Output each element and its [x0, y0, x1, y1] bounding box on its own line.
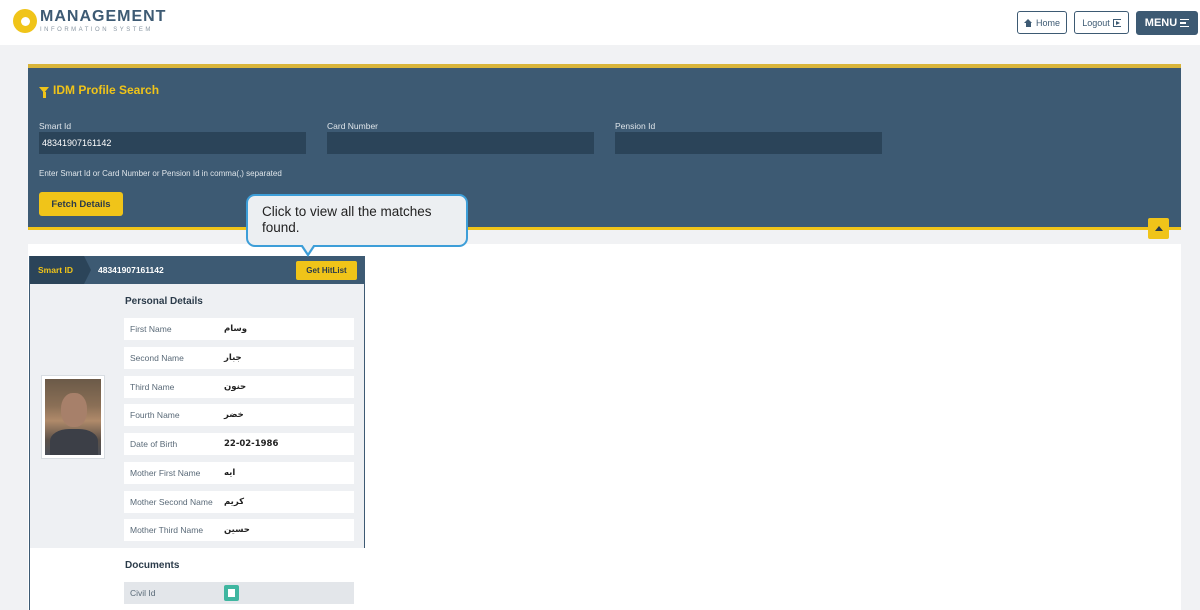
logo-title: MANAGEMENT: [40, 8, 167, 25]
detail-value: حسين: [224, 525, 250, 535]
filter-icon: [39, 87, 49, 98]
detail-value: حنون: [224, 382, 247, 392]
detail-label: First Name: [130, 324, 172, 334]
hamburger-icon: [1180, 18, 1190, 28]
card-number-input[interactable]: [327, 132, 594, 154]
logo-subtitle: INFORMATION SYSTEM: [40, 27, 153, 33]
detail-label: Second Name: [130, 353, 184, 363]
panel-title-text: IDM Profile Search: [53, 83, 160, 97]
detail-label: Date of Birth: [130, 439, 178, 449]
detail-row-mother-second-name: Mother Second Name كريم: [124, 491, 354, 513]
detail-label: Mother Third Name: [130, 525, 204, 535]
detail-value: كريم: [224, 497, 245, 507]
home-icon: [1023, 18, 1033, 27]
collapse-panel-button[interactable]: [1148, 218, 1169, 239]
app-logo[interactable]: MANAGEMENT INFORMATION SYSTEM: [13, 9, 166, 33]
detail-row-first-name: First Name وسام: [124, 318, 354, 340]
documents-title: Documents: [125, 560, 180, 571]
detail-value: 22-02-1986: [224, 439, 279, 449]
detail-value: ايه: [224, 468, 236, 478]
smart-id-label: Smart Id: [39, 121, 72, 131]
hitlist-tooltip: Click to view all the matches found.: [246, 194, 468, 257]
detail-value: خضر: [224, 410, 244, 420]
profile-card: Smart ID 48341907161142 Get HitList Pers…: [29, 256, 365, 610]
profile-photo: [41, 375, 105, 459]
top-bar: MANAGEMENT INFORMATION SYSTEM Home Logou…: [0, 0, 1200, 45]
fetch-details-button[interactable]: Fetch Details: [39, 192, 123, 216]
document-label: Civil Id: [130, 588, 156, 598]
menu-label: MENU: [1144, 17, 1178, 29]
smart-id-tag: Smart ID: [30, 256, 91, 284]
home-button[interactable]: Home: [1017, 11, 1067, 34]
detail-row-third-name: Third Name حنون: [124, 376, 354, 398]
detail-row-second-name: Second Name جبار: [124, 347, 354, 369]
get-hitlist-button[interactable]: Get HitList: [296, 261, 357, 280]
detail-row-date-of-birth: Date of Birth 22-02-1986: [124, 433, 354, 455]
person-photo-image: [45, 379, 101, 455]
detail-label: Third Name: [130, 382, 175, 392]
profile-card-header: Smart ID 48341907161142 Get HitList: [30, 256, 365, 284]
detail-label: Mother First Name: [130, 468, 201, 478]
detail-value: وسام: [224, 324, 248, 334]
card-number-label: Card Number: [327, 121, 379, 131]
logout-icon: [1112, 18, 1121, 27]
smart-id-value: 48341907161142: [98, 265, 164, 275]
pension-id-label: Pension Id: [615, 121, 656, 131]
detail-value: جبار: [224, 353, 242, 363]
detail-row-mother-third-name: Mother Third Name حسين: [124, 519, 354, 541]
document-row-civil-id: Civil Id: [124, 582, 354, 604]
personal-details-title: Personal Details: [125, 296, 203, 307]
smart-id-input[interactable]: [39, 132, 306, 154]
document-file-icon[interactable]: [224, 585, 239, 601]
panel-title: IDM Profile Search: [39, 83, 160, 98]
pension-id-input[interactable]: [615, 132, 882, 154]
logout-button[interactable]: Logout: [1074, 11, 1129, 34]
documents-section: Documents Civil Id: [30, 548, 365, 610]
detail-row-fourth-name: Fourth Name خضر: [124, 404, 354, 426]
detail-label: Fourth Name: [130, 410, 180, 420]
logo-q-icon: [13, 9, 37, 33]
detail-label: Mother Second Name: [130, 497, 213, 507]
menu-button[interactable]: MENU: [1136, 11, 1198, 35]
home-label: Home: [1035, 17, 1060, 28]
detail-row-mother-first-name: Mother First Name ايه: [124, 462, 354, 484]
search-panel: IDM Profile Search Smart Id Card Number …: [28, 64, 1181, 239]
logout-label: Logout: [1082, 17, 1110, 28]
search-hint: Enter Smart Id or Card Number or Pension…: [39, 169, 282, 178]
